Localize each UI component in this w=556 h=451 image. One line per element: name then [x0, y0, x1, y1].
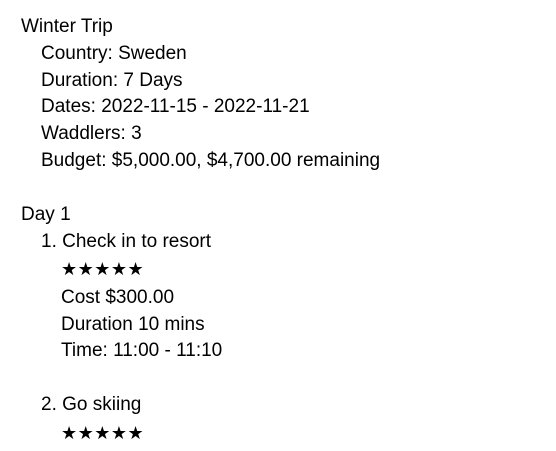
activity-cost: Cost $300.00 [61, 287, 175, 308]
trip-budget: Budget: $5,000.00, $4,700.00 remaining [41, 150, 381, 171]
trip-dates: Dates: 2022-11-15 - 2022-11-21 [41, 96, 310, 117]
activity-title: 2. Go skiing [41, 394, 142, 415]
activity-rating-stars: ★★★★★ [61, 259, 145, 280]
trip-waddlers: Waddlers: 3 [41, 123, 142, 144]
activity-duration: Duration 10 mins [61, 314, 205, 335]
activity-rating-stars: ★★★★★ [61, 423, 145, 444]
trip-duration: Duration: 7 Days [41, 70, 183, 91]
document-page: { "trip": { "title": "Winter Trip", "cou… [0, 0, 556, 451]
trip-country: Country: Sweden [41, 43, 187, 64]
activity-title: 1. Check in to resort [41, 231, 212, 252]
day-heading: Day 1 [21, 204, 71, 225]
trip-title: Winter Trip [21, 16, 113, 37]
activity-time: Time: 11:00 - 11:10 [61, 340, 223, 361]
